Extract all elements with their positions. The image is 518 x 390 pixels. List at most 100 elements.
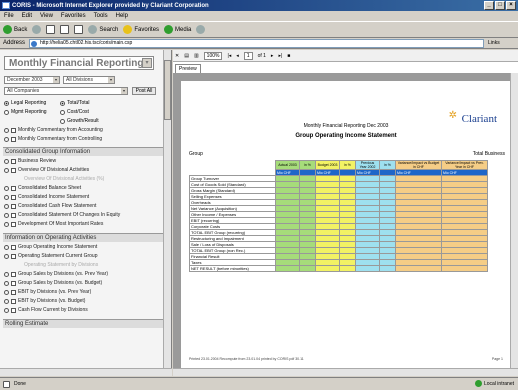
nav-item-sales-prev-year[interactable]: Group Sales by Divisions (vs. Prev Year)	[4, 271, 108, 277]
links-button[interactable]: Links	[488, 40, 500, 46]
stop-icon[interactable]: ■	[287, 53, 290, 59]
viewer-toolbar: ✕ ▤ ▥ 100% |◂ ◂ 1 of 1 ▸ ▸| ■	[173, 50, 518, 62]
column-header: Actual 2003	[275, 160, 300, 170]
refresh-button[interactable]	[60, 25, 70, 34]
forward-button[interactable]	[32, 25, 42, 34]
bulb-icon	[4, 212, 9, 218]
page-count: of 1	[257, 52, 266, 59]
forward-arrow-icon	[32, 25, 42, 34]
document-icon	[11, 185, 16, 191]
scrollbar-thumb[interactable]	[164, 60, 171, 120]
back-button[interactable]: Back	[3, 25, 27, 34]
minimize-button[interactable]: _	[484, 1, 494, 10]
menu-edit[interactable]: Edit	[22, 13, 32, 19]
home-button[interactable]	[74, 25, 84, 34]
nav-item-operating-current-group[interactable]: Operating Statement Current Group	[4, 253, 98, 259]
radio-indicator	[4, 100, 9, 106]
maximize-button[interactable]: □	[495, 1, 505, 10]
browser-toolbar: Back Search Favorites Media	[0, 21, 518, 38]
radio-legal[interactable]: Legal Reporting	[4, 100, 46, 106]
report-viewer: ✕ ▤ ▥ 100% |◂ ◂ 1 of 1 ▸ ▸| ■ Preview ✲ C…	[173, 50, 518, 376]
address-url: http://helia05.chtl02.his.tsc/coris/main…	[40, 39, 133, 46]
nav-item-cash-flow[interactable]: Consolidated Cash Flow Statement	[4, 203, 96, 209]
bulb-icon	[4, 136, 9, 142]
media-button[interactable]: Media	[164, 25, 191, 34]
nav-item-income-statement[interactable]: Consolidated Income Statement	[4, 194, 89, 200]
nav-item-business-review[interactable]: Business Review	[4, 158, 56, 164]
nav-item-sales-budget[interactable]: Group Sales by Divisions (vs. Budget)	[4, 280, 102, 286]
column-header: Variance/Impact vs Budget in CHF	[395, 160, 442, 170]
nav-item-ebit-budget[interactable]: EBIT by Divisions (vs. Budget)	[4, 298, 85, 304]
division-select[interactable]: All Divisions ▾	[63, 76, 115, 84]
radio-growth[interactable]: Growth/Result	[60, 118, 99, 124]
value-cell	[275, 265, 300, 272]
document-icon	[11, 253, 16, 259]
menu-view[interactable]: View	[40, 13, 53, 19]
chevron-down-icon: ▾	[142, 58, 152, 68]
document-icon	[11, 289, 16, 295]
report-type-select[interactable]: Monthly Financial Reporting ▾	[4, 56, 154, 70]
period-select[interactable]: December 2003 ▾	[4, 76, 60, 84]
tab-preview[interactable]: Preview	[175, 64, 201, 73]
zoom-select[interactable]: 100%	[203, 51, 223, 60]
radio-indicator	[60, 118, 65, 124]
income-statement-table: Actual 2003 in % Budget 2003 in % Previo…	[189, 160, 488, 272]
left-scrollbar[interactable]	[163, 50, 171, 376]
intranet-icon	[474, 380, 482, 387]
nav-item-commentary-controlling[interactable]: Monthly Commentary from Controlling	[4, 136, 102, 142]
print-icon[interactable]: ▤	[184, 53, 189, 59]
favorites-button[interactable]: Favorites	[123, 25, 159, 34]
menu-tools[interactable]: Tools	[94, 13, 108, 19]
report-horizontal-scrollbar[interactable]	[173, 368, 518, 376]
search-button[interactable]: Search	[88, 25, 118, 34]
media-icon	[164, 25, 174, 34]
radio-indicator	[60, 100, 65, 106]
menu-help[interactable]: Help	[116, 13, 128, 19]
nav-item-balance-sheet[interactable]: Consolidated Balance Sheet	[4, 185, 81, 191]
bulb-icon	[4, 244, 9, 250]
value-cell	[395, 265, 442, 272]
nav-item-divisional-activities[interactable]: Overview Of Divisional Activities	[4, 167, 89, 173]
post-all-button[interactable]: Post All	[132, 87, 156, 95]
nav-item-commentary-accounting[interactable]: Monthly Commentary from Accounting	[4, 127, 103, 133]
address-bar: Address http://helia05.chtl02.his.tsc/co…	[0, 38, 518, 49]
close-icon[interactable]: ✕	[175, 53, 179, 59]
value-cell	[315, 265, 340, 272]
company-select[interactable]: All Companies ▾	[4, 87, 128, 95]
left-horizontal-scrollbar[interactable]	[0, 368, 172, 376]
ie-icon	[2, 2, 10, 9]
nav-item-cash-flow-divisions[interactable]: Cash Flow Current by Divisions	[4, 307, 88, 313]
close-button[interactable]: ×	[506, 1, 516, 10]
nav-item-ebit-prev-year[interactable]: EBIT by Divisions (vs. Prev Year)	[4, 289, 91, 295]
security-zone: Local intranet	[474, 380, 514, 387]
bulb-icon	[4, 307, 9, 313]
refresh-icon	[60, 25, 70, 34]
page-input[interactable]: 1	[243, 51, 253, 60]
history-button[interactable]	[196, 25, 206, 34]
nav-item-important-rates[interactable]: Development Of Most Important Rates	[4, 221, 103, 227]
last-page-icon[interactable]: ▸|	[278, 53, 282, 59]
nav-item-group-operating-income[interactable]: Group Operating Income Statement	[4, 244, 97, 250]
export-icon[interactable]: ▥	[194, 53, 199, 59]
column-header: in %	[379, 160, 396, 170]
report-vertical-scrollbar[interactable]	[510, 73, 518, 368]
nav-item-divisional-activities-pct: Overview Of Divisional Activities (%)	[24, 176, 105, 182]
address-input[interactable]: http://helia05.chtl02.his.tsc/coris/main…	[29, 38, 485, 48]
search-icon	[88, 25, 98, 34]
document-icon	[11, 307, 16, 313]
first-page-icon[interactable]: |◂	[227, 53, 231, 59]
document-icon	[11, 127, 16, 133]
menu-file[interactable]: File	[4, 13, 14, 19]
stop-button[interactable]	[46, 25, 56, 34]
radio-cost[interactable]: Cost/Cost	[60, 109, 89, 115]
prev-page-icon[interactable]: ◂	[236, 53, 239, 59]
radio-total[interactable]: Total/Total	[60, 100, 90, 106]
history-icon	[196, 25, 206, 34]
next-page-icon[interactable]: ▸	[271, 53, 274, 59]
menu-favorites[interactable]: Favorites	[61, 13, 86, 19]
nav-item-changes-in-equity[interactable]: Consolidated Statement Of Changes In Equ…	[4, 212, 120, 218]
bulb-icon	[4, 127, 9, 133]
status-bar: Done Local intranet	[0, 377, 518, 390]
radio-mgmt[interactable]: Mgmt Reporting	[4, 109, 47, 115]
document-icon	[11, 136, 16, 142]
